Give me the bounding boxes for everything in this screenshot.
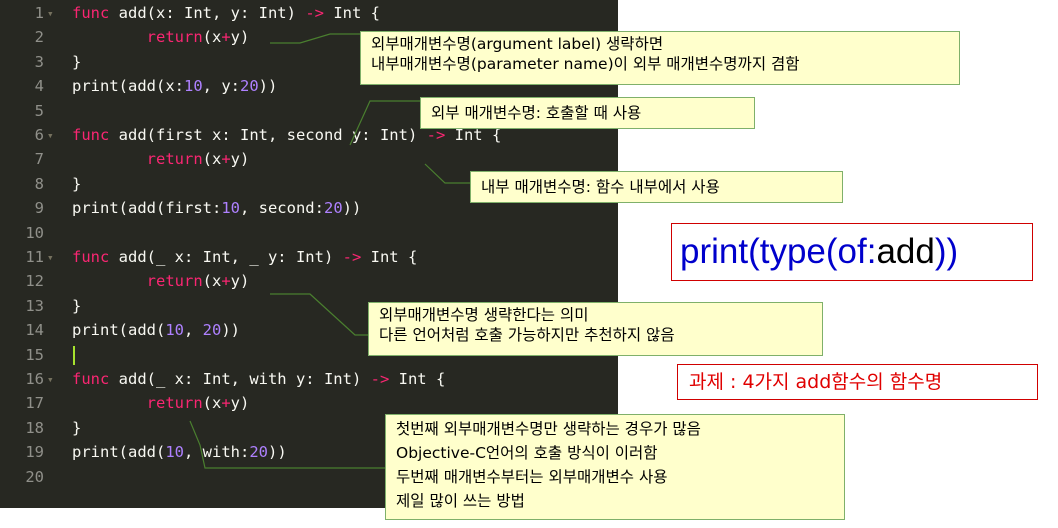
note-line: 외부매개변수명(argument label) 생략하면 [371, 35, 664, 53]
code-text: print(add(10, with:20)) [72, 443, 287, 462]
code-text: print(add(first:10, second:20)) [72, 199, 362, 218]
line-number: 10 [25, 223, 44, 242]
line-number: 6 [34, 126, 44, 144]
callout-text-part: print(type(of: [680, 232, 877, 271]
code-line[interactable]: 12 return(x+y) [0, 270, 618, 293]
line-number: 5 [34, 101, 44, 120]
assignment-box: 과제 : 4가지 add함수의 함수명 [677, 364, 1038, 400]
line-number: 9 [34, 199, 44, 218]
code-line[interactable]: 17 return(x+y) [0, 392, 618, 415]
note-internal-param: 내부 매개변수명: 함수 내부에서 사용 [470, 171, 843, 203]
fold-arrow-icon[interactable]: ▾ [47, 2, 54, 25]
code-text: print(add(x:10, y:20)) [72, 77, 278, 96]
note-line: 외부매개변수명 생략한다는 의미 [379, 306, 589, 324]
code-text: return(x+y) [146, 272, 250, 291]
line-number: 2 [34, 28, 44, 47]
line-number: 3 [34, 52, 44, 71]
line-number: 4 [34, 77, 44, 96]
line-number: 11 [25, 248, 44, 266]
code-text: } [72, 418, 82, 437]
code-text: } [72, 296, 82, 315]
note-external-param: 외부 매개변수명: 호출할 때 사용 [420, 97, 755, 129]
code-text: } [72, 52, 82, 71]
code-line[interactable]: 10 [0, 222, 618, 245]
code-line[interactable]: 11 ▾ func add(_ x: Int, _ y: Int) -> Int { [0, 246, 618, 269]
note-argument-label-omitted: 외부매개변수명(argument label) 생략하면 내부매개변수명(par… [360, 31, 960, 85]
note-line: 제일 많이 쓰는 방법 [396, 492, 525, 510]
code-line[interactable]: 1 ▾ func add(x: Int, y: Int) -> Int { [0, 2, 618, 25]
fold-arrow-icon[interactable]: ▾ [47, 368, 54, 391]
note-line: 두번째 매개변수부터는 외부매개변수 사용 [396, 468, 668, 486]
code-line[interactable]: 7 return(x+y) [0, 148, 618, 171]
line-number: 1 [34, 4, 44, 22]
line-number: 19 [25, 443, 44, 462]
line-number: 20 [25, 467, 44, 486]
code-text: func add(_ x: Int, with y: Int) -> Int { [72, 370, 446, 388]
note-line: 내부매개변수명(parameter name)이 외부 매개변수명까지 겸함 [371, 55, 800, 73]
code-text: func add(_ x: Int, _ y: Int) -> Int { [72, 248, 418, 266]
line-number: 18 [25, 418, 44, 437]
callout-text-add: add [876, 232, 935, 271]
note-line: 내부 매개변수명: 함수 내부에서 사용 [481, 178, 720, 196]
line-number: 17 [25, 394, 44, 413]
note-line: Objective-C언어의 호출 방식이 이러함 [396, 444, 658, 462]
code-text: } [72, 174, 82, 193]
code-text: return(x+y) [146, 394, 250, 413]
line-number: 12 [25, 272, 44, 291]
note-omit-external: 외부매개변수명 생략한다는 의미 다른 언어처럼 호출 가능하지만 추천하지 않… [368, 302, 823, 356]
line-number: 16 [25, 370, 44, 388]
fold-arrow-icon[interactable]: ▾ [47, 124, 54, 147]
fold-arrow-icon[interactable]: ▾ [47, 246, 54, 269]
note-first-omitted: 첫번째 외부매개변수명만 생략하는 경우가 많음 Objective-C언어의 … [385, 414, 845, 520]
code-line[interactable]: 16 ▾ func add(_ x: Int, with y: Int) -> In… [0, 368, 618, 391]
line-number: 15 [25, 345, 44, 364]
note-line: 첫번째 외부매개변수명만 생략하는 경우가 많음 [396, 420, 701, 438]
code-text: return(x+y) [146, 28, 250, 47]
code-text: return(x+y) [146, 150, 250, 169]
callout-text-part: )) [934, 232, 959, 271]
note-line: 다른 언어처럼 호출 가능하지만 추천하지 않음 [379, 326, 675, 344]
line-number: 14 [25, 321, 44, 340]
code-text: func add(x: Int, y: Int) -> Int { [72, 4, 380, 22]
line-number: 8 [34, 174, 44, 193]
code-text: print(add(10, 20)) [72, 321, 241, 340]
line-number: 13 [25, 296, 44, 315]
print-type-callout: print(type(of:add)) [671, 223, 1033, 281]
text-cursor [73, 345, 75, 365]
note-line: 외부 매개변수명: 호출할 때 사용 [431, 104, 642, 122]
line-number: 7 [34, 150, 44, 169]
